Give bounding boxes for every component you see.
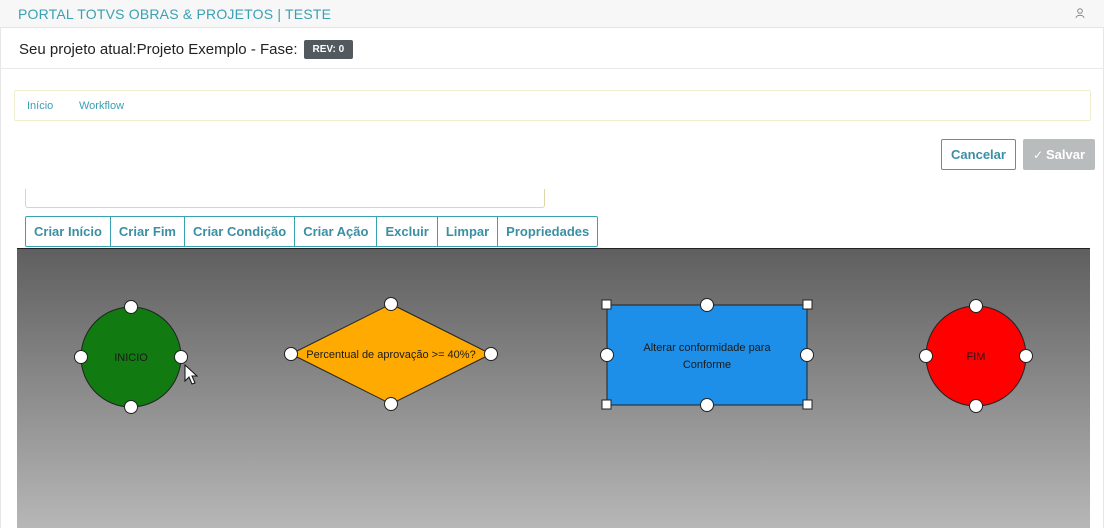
connector-handle[interactable] (969, 399, 983, 413)
condition-node[interactable]: Percentual de aprovação >= 40%? (284, 297, 498, 411)
workflow-diagram: INICIO Percentual de aprovação >= 40%? A… (74, 297, 1033, 414)
breadcrumb-workflow[interactable]: Workflow (79, 100, 124, 112)
name-input[interactable] (25, 189, 545, 208)
connector-handle[interactable] (1019, 349, 1033, 363)
project-label: Seu projeto atual: (19, 41, 137, 58)
top-bar: PORTAL TOTVS OBRAS & PROJETOS | TESTE (0, 0, 1104, 28)
connector-handle[interactable] (969, 299, 983, 313)
save-button[interactable]: ✓ Salvar (1023, 139, 1095, 170)
create-action-button[interactable]: Criar Ação (295, 217, 378, 246)
connector-handle[interactable] (800, 348, 814, 362)
action-node-shape[interactable] (606, 304, 808, 406)
connector-handle[interactable] (600, 348, 614, 362)
connector-handle[interactable] (384, 397, 398, 411)
user-icon[interactable] (1074, 7, 1086, 19)
properties-button[interactable]: Propriedades (498, 217, 597, 246)
revision-badge: REV: 0 (303, 40, 354, 59)
check-icon: ✓ (1032, 147, 1043, 162)
start-node[interactable]: INICIO (74, 300, 188, 414)
connector-handle[interactable] (700, 398, 714, 412)
connector-handle[interactable] (284, 347, 298, 361)
workflow-toolbar: Criar Início Criar Fim Criar Condição Cr… (25, 216, 599, 247)
workflow-canvas[interactable]: INICIO Percentual de aprovação >= 40%? A… (17, 248, 1090, 528)
connector-handle[interactable] (700, 298, 714, 312)
connector-handle[interactable] (124, 400, 138, 414)
project-name: Projeto Exemplo - Fase: (136, 41, 298, 58)
connector-handle[interactable] (384, 297, 398, 311)
save-button-label: Salvar (1046, 147, 1086, 162)
start-node-label: INICIO (114, 352, 148, 364)
resize-handle[interactable] (601, 399, 612, 410)
cancel-button[interactable]: Cancelar (941, 139, 1016, 170)
action-node[interactable]: Alterar conformidade para Conforme (600, 298, 814, 412)
create-end-button[interactable]: Criar Fim (111, 217, 185, 246)
current-project: Seu projeto atual: Projeto Exemplo - Fas… (19, 40, 354, 59)
resize-handle[interactable] (601, 299, 612, 310)
connector-handle[interactable] (919, 349, 933, 363)
create-condition-button[interactable]: Criar Condição (185, 217, 296, 246)
clear-button[interactable]: Limpar (438, 217, 499, 246)
connector-handle[interactable] (484, 347, 498, 361)
mouse-cursor-icon (184, 363, 199, 385)
action-node-label-line2: Conforme (683, 359, 731, 371)
condition-node-label: Percentual de aprovação >= 40%? (306, 349, 475, 361)
connector-handle[interactable] (174, 350, 188, 364)
action-node-label-line1: Alterar conformidade para (643, 342, 771, 354)
delete-button[interactable]: Excluir (377, 217, 438, 246)
end-node[interactable]: FIM (919, 299, 1033, 413)
breadcrumb-home[interactable]: Início (27, 100, 53, 112)
connector-handle[interactable] (124, 300, 138, 314)
frame-border-left (0, 28, 1, 528)
resize-handle[interactable] (802, 399, 813, 410)
create-start-button[interactable]: Criar Início (26, 217, 111, 246)
resize-handle[interactable] (802, 299, 813, 310)
end-node-label: FIM (967, 351, 986, 363)
divider (0, 68, 1104, 69)
connector-handle[interactable] (74, 350, 88, 364)
app-title[interactable]: PORTAL TOTVS OBRAS & PROJETOS | TESTE (18, 6, 331, 22)
breadcrumb: Início Workflow (14, 90, 1091, 121)
